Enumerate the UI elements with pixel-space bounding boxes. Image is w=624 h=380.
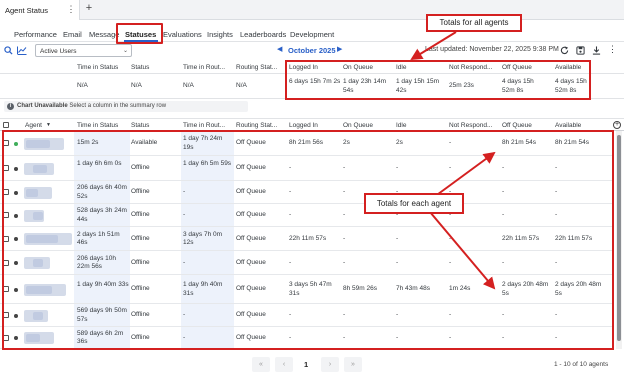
chart-icon[interactable] (17, 46, 27, 55)
save-icon[interactable] (576, 46, 585, 55)
callout-totals-all: Totals for all agents (426, 14, 522, 32)
previous-month-icon[interactable]: ◀ (277, 45, 282, 53)
summary-col-time-in-routing[interactable]: Time in Rout... (183, 64, 225, 71)
filter-value: Active Users (40, 47, 77, 55)
chevron-down-icon: ⌄ (122, 47, 128, 54)
tab-message[interactable]: Message (89, 30, 119, 39)
summary-col-routing-status[interactable]: Routing Stat... (236, 64, 277, 71)
last-updated: Last updated: November 22, 2025 9:38 PM (425, 46, 559, 53)
summary-time-in-routing: N/A (183, 82, 194, 89)
view-tabs: Performance Email Message Statuses Evalu… (0, 27, 624, 42)
previous-page-button[interactable]: ‹ (275, 357, 293, 372)
first-page-button[interactable]: « (252, 357, 270, 372)
search-icon[interactable] (4, 46, 13, 55)
chart-unavailable-note: i Chart Unavailable Select a column in t… (4, 101, 248, 112)
sort-desc-icon[interactable]: ▼ (46, 122, 51, 128)
col-off-queue[interactable]: Off Queue (502, 122, 532, 129)
download-icon[interactable] (592, 46, 601, 55)
tab-evaluations[interactable]: Evaluations (163, 30, 202, 39)
tab-menu-icon[interactable]: ⋮ (66, 4, 76, 15)
totals-all-highlight (285, 60, 591, 100)
info-icon: i (7, 103, 14, 110)
chart-note-text: Chart Unavailable Select a column in the… (17, 103, 166, 109)
totals-each-highlight (2, 130, 614, 350)
refresh-icon[interactable] (560, 46, 569, 55)
chart-note-detail: Select a column in the summary row (69, 103, 167, 109)
col-idle[interactable]: Idle (396, 122, 406, 129)
tab-title: Agent Status (5, 6, 48, 15)
toolbar: Active Users ⌄ ◀ October 2025 ▶ Last upd… (0, 44, 624, 58)
col-status[interactable]: Status (131, 122, 149, 129)
scrollbar-thumb[interactable] (617, 135, 621, 341)
agent-filter-select[interactable]: Active Users ⌄ (35, 44, 132, 57)
callout-totals-each: Totals for each agent (364, 193, 464, 214)
col-time-in-routing[interactable]: Time in Rout... (183, 122, 225, 129)
more-icon[interactable]: ⋮ (608, 44, 617, 55)
agent-status-tab[interactable]: Agent Status ⋮ (0, 0, 80, 20)
tab-development[interactable]: Development (290, 30, 334, 39)
month-label: October 2025 (288, 46, 336, 55)
tab-performance[interactable]: Performance (14, 30, 57, 39)
col-not-responding[interactable]: Not Respond... (449, 122, 492, 129)
col-on-queue[interactable]: On Queue (343, 122, 373, 129)
pagination-summary: 1 - 10 of 10 agents (554, 361, 609, 368)
select-all-checkbox[interactable] (3, 122, 9, 128)
tab-leaderboards[interactable]: Leaderboards (240, 30, 286, 39)
window-titlebar: Agent Status ⋮ + (0, 0, 624, 20)
col-available[interactable]: Available (555, 122, 581, 129)
vertical-scrollbar[interactable] (616, 131, 622, 349)
tab-email[interactable]: Email (63, 30, 82, 39)
last-page-button[interactable]: » (344, 357, 362, 372)
add-column-icon[interactable]: + (613, 121, 621, 129)
next-page-button[interactable]: › (321, 357, 339, 372)
col-logged-in[interactable]: Logged In (289, 122, 318, 129)
col-routing-status[interactable]: Routing Stat... (236, 122, 277, 129)
summary-col-status[interactable]: Status (131, 64, 149, 71)
col-agent[interactable]: Agent (25, 122, 42, 129)
summary-routing-status: N/A (236, 82, 247, 89)
pagination: « ‹ 1 › » 1 - 10 of 10 agents (0, 357, 624, 375)
tab-insights[interactable]: Insights (207, 30, 233, 39)
chart-note-strong: Chart Unavailable (17, 103, 68, 109)
statuses-highlight-box (116, 23, 163, 44)
summary-col-time-in-status[interactable]: Time in Status (77, 64, 118, 71)
add-tab-icon[interactable]: + (83, 2, 95, 14)
col-time-in-status[interactable]: Time in Status (77, 122, 118, 129)
current-page[interactable]: 1 (304, 360, 308, 369)
summary-status: N/A (131, 82, 142, 89)
next-month-icon[interactable]: ▶ (337, 45, 342, 53)
summary-time-in-status: N/A (77, 82, 88, 89)
